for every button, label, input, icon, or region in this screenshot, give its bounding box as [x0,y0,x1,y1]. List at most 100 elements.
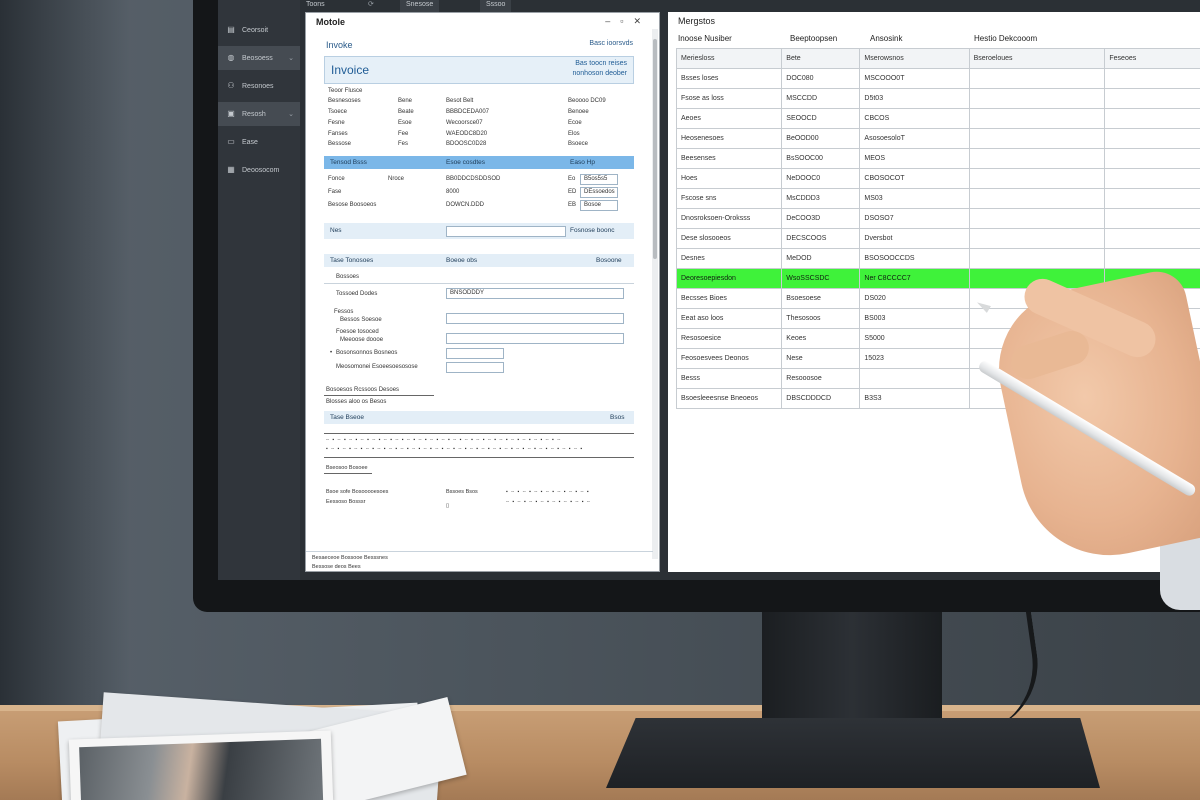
scroll-thumb[interactable] [653,39,657,259]
table-cell[interactable]: Heosenesoes [675,128,783,149]
table-cell[interactable]: BeOOD00 [781,128,861,149]
table-cell[interactable]: DSOSO7 [859,208,970,229]
top-tab-0[interactable]: Toons [300,0,331,12]
table-cell[interactable] [1104,148,1200,169]
table-cell[interactable]: BS003 [859,308,970,329]
table-cell[interactable] [968,68,1106,89]
close-icon[interactable]: ✕ [633,16,651,26]
line-0-input[interactable]: B5os5s5 [580,174,618,185]
table-row[interactable]: Hoes NeDOOC0 CBOSOCOT [675,168,1200,189]
table-cell[interactable]: CBOSOCOT [859,168,970,189]
field1-input[interactable]: BNSODDDY [446,288,624,299]
table-cell[interactable]: Bsoesoese [781,288,861,309]
table-cell[interactable]: NeDOOC0 [781,168,861,189]
top-tab-2[interactable]: Sssoo [480,0,512,12]
line-2-input[interactable]: Bosoe [580,200,618,211]
table-cell[interactable]: Resosoesice [675,328,783,349]
sidebar-item-3[interactable]: ▣ Resosh ⌄ [218,102,300,126]
refresh-icon[interactable]: ⟳ [362,0,380,12]
table-cell[interactable]: MsCDDD3 [781,188,861,209]
table-cell[interactable] [1104,128,1200,149]
field-input-4[interactable] [446,362,504,373]
table-cell[interactable]: Desnes [675,248,783,269]
table-cell[interactable]: Deoresoepiesdon [675,268,783,289]
table-cell[interactable]: 15023 [859,348,970,369]
table-cell[interactable]: DeCOO3D [781,208,861,229]
field-input-1[interactable] [446,313,624,324]
table-row[interactable]: Fscose sns MsCDDD3 MS03 [675,188,1200,209]
table-row[interactable]: Dese slosooeos DECSCOOS Dversbot [675,228,1200,249]
notes-input[interactable] [446,226,566,237]
table-row[interactable]: Heosenesoes BeOOD00 AsosoesoloT [675,128,1200,149]
table-cell[interactable] [968,128,1106,149]
table-cell[interactable]: Thesosoos [781,308,861,329]
table-cell[interactable]: WsoSSCSDC [781,268,861,289]
sidebar-item-0[interactable]: ▤ Ceorsoit [218,18,300,42]
sidebar-item-1[interactable]: ◍ Beosoess ⌄ [218,46,300,70]
table-cell[interactable]: Beesenses [675,148,783,169]
table-cell[interactable]: MSCCDD [781,88,861,109]
table-cell[interactable] [968,148,1106,169]
table-cell[interactable] [968,228,1106,249]
column-header[interactable]: Bete [781,48,861,69]
table-cell[interactable] [968,208,1106,229]
table-cell[interactable] [1104,88,1200,109]
table-cell[interactable] [1104,228,1200,249]
table-cell[interactable]: S5000 [859,328,970,349]
sidebar-item-4[interactable]: ▭ Ease [218,130,300,154]
table-cell[interactable]: MSCOOO0T [859,68,970,89]
table-cell[interactable]: MS03 [859,188,970,209]
table-cell[interactable]: Eeat aso loos [675,308,783,329]
table-cell[interactable] [1104,188,1200,209]
table-cell[interactable] [1104,168,1200,189]
table-cell[interactable]: Ner C8CCCC7 [859,268,970,289]
table-cell[interactable]: Fsose as loss [675,88,783,109]
table-cell[interactable]: MEOS [859,148,970,169]
table-cell[interactable] [859,368,970,389]
table-cell[interactable]: B3S3 [859,388,970,409]
column-header[interactable]: Mserowsnos [859,48,970,69]
table-cell[interactable]: MeDOD [781,248,861,269]
table-cell[interactable] [1104,208,1200,229]
table-cell[interactable] [968,108,1106,129]
sidebar-item-2[interactable]: ⚇ Resonoes [218,74,300,98]
table-cell[interactable]: BSOSOOCCDS [859,248,970,269]
table-row[interactable]: Fsose as loss MSCCDD D5t03 [675,88,1200,109]
table-row[interactable]: Desnes MeDOD BSOSOOCCDS [675,248,1200,269]
line-1-input[interactable]: DEssoedos [580,187,618,198]
table-cell[interactable]: Bsoesleeesnse Bneoeos [675,388,783,409]
table-cell[interactable]: Dese slosooeos [675,228,783,249]
table-cell[interactable] [968,88,1106,109]
table-cell[interactable]: Bsses loses [675,68,783,89]
table-cell[interactable]: Feosoesvees Deonos [675,348,783,369]
field-input-3[interactable] [446,348,504,359]
table-cell[interactable]: Dversbot [859,228,970,249]
field-input-2[interactable] [446,333,624,344]
table-cell[interactable]: Nese [781,348,861,369]
table-cell[interactable]: Fscose sns [675,188,783,209]
table-cell[interactable]: Hoes [675,168,783,189]
maximize-icon[interactable]: ▫ [620,16,633,26]
table-row[interactable]: Aeoes SEOOCD CBCOS [675,108,1200,129]
table-cell[interactable]: D5t03 [859,88,970,109]
table-cell[interactable] [1104,248,1200,269]
table-cell[interactable] [1104,108,1200,129]
table-cell[interactable]: AsosoesoloT [859,128,970,149]
table-cell[interactable]: Besss [675,368,783,389]
table-cell[interactable]: Keoes [781,328,861,349]
top-tab-1[interactable]: Snesose [400,0,440,12]
table-cell[interactable]: Aeoes [675,108,783,129]
table-cell[interactable] [968,168,1106,189]
table-row[interactable]: Dnosroksoen-Oroksss DeCOO3D DSOSO7 [675,208,1200,229]
table-cell[interactable]: Becsses Bioes [675,288,783,309]
column-header[interactable]: Bseroeloues [968,48,1106,69]
table-cell[interactable]: Resooosoe [781,368,861,389]
table-cell[interactable]: BsSOOC00 [781,148,861,169]
column-header[interactable]: Feseoes [1104,48,1200,69]
minimize-icon[interactable]: – [605,16,620,26]
vertical-scrollbar[interactable] [652,29,658,559]
table-cell[interactable] [968,248,1106,269]
table-row[interactable]: Bsses loses DOC080 MSCOOO0T [675,68,1200,89]
sidebar-item-5[interactable]: ▦ Deoosocom [218,158,300,182]
table-cell[interactable]: DS020 [859,288,970,309]
